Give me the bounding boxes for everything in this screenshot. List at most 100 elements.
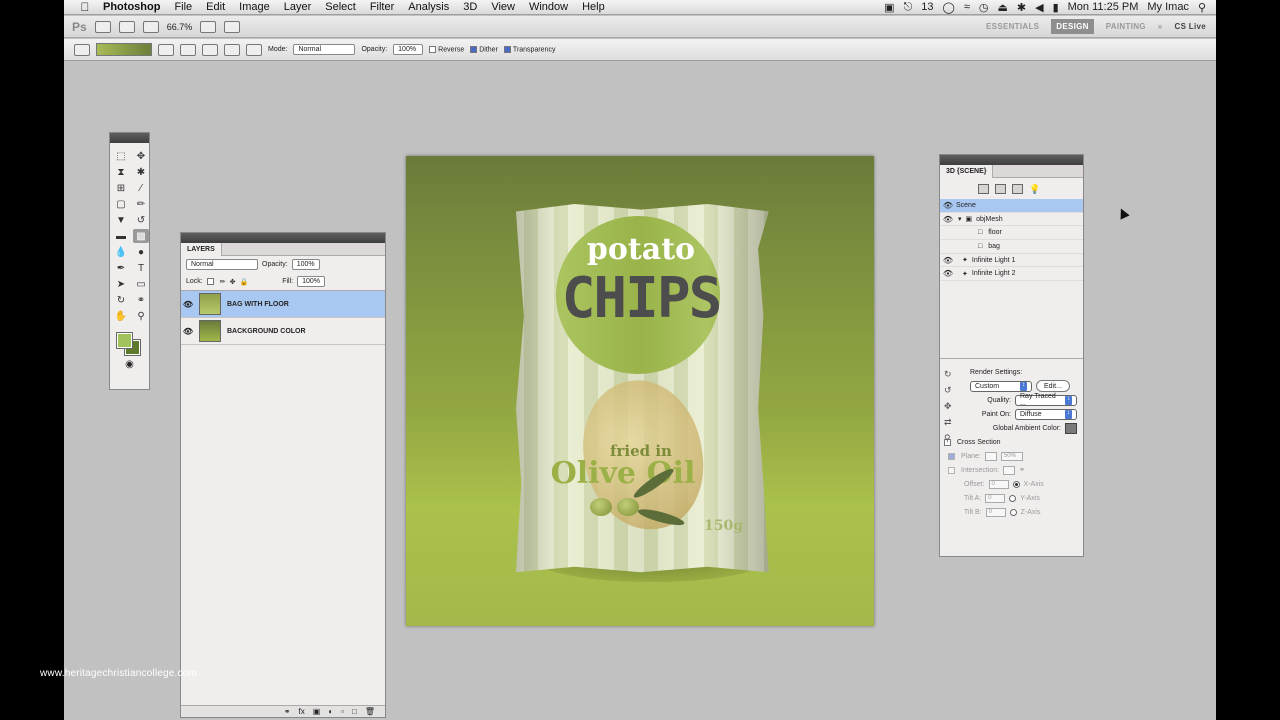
crop-tool-icon[interactable]: ⊞ [113, 181, 129, 195]
lasso-tool-icon[interactable]: ⧗ [113, 165, 129, 179]
arrange-documents-button[interactable] [200, 20, 217, 33]
tool-preset-picker[interactable] [74, 43, 90, 56]
workspace-essentials[interactable]: ESSENTIALS [986, 22, 1039, 31]
layers-panel-header[interactable] [181, 233, 385, 243]
path-selection-icon[interactable]: ➤ [113, 277, 129, 291]
tree-item-floor[interactable]: □ floor [940, 226, 1083, 241]
tree-item-scene[interactable]: 👁 Scene [940, 199, 1083, 213]
dodge-tool-icon[interactable]: ● [133, 245, 149, 259]
lock-position-icon[interactable]: ✥ [230, 278, 236, 286]
3d-camera-walk-icon[interactable]: ⇄ [944, 417, 952, 428]
intersection-color-swatch[interactable] [1003, 465, 1016, 475]
3d-rotate-icon[interactable]: ↻ [113, 293, 129, 307]
3d-orbit-icon[interactable]: ⚭ [133, 293, 149, 307]
material-filter-icon[interactable] [1012, 184, 1023, 194]
badge-icon[interactable]: ⎋ [904, 1, 913, 14]
link-layers-icon[interactable]: ⚭ [284, 707, 291, 716]
plane-opacity-input[interactable]: 50% [1000, 451, 1023, 461]
layer-row[interactable]: 👁 BACKGROUND COLOR [181, 318, 385, 345]
lock-all-icon[interactable]: 🔒 [239, 278, 248, 286]
blur-tool-icon[interactable]: 💧 [113, 245, 129, 259]
healing-brush-icon[interactable]: ▢ [113, 197, 129, 211]
blend-mode-select[interactable]: Normal [186, 259, 258, 270]
menu-view[interactable]: View [484, 1, 522, 13]
more-workspaces-icon[interactable]: » [1158, 22, 1163, 31]
edit-render-button[interactable]: Edit... [1036, 380, 1070, 392]
hand-tool-icon[interactable]: ✋ [113, 309, 129, 323]
transparency-checkbox[interactable] [503, 45, 511, 53]
menu-layer[interactable]: Layer [277, 1, 319, 13]
menu-edit[interactable]: Edit [199, 1, 232, 13]
shape-tool-icon[interactable]: ▭ [133, 277, 149, 291]
battery-icon[interactable]: ▮ [1053, 1, 1059, 14]
spotlight-search-icon[interactable]: ⚲ [1198, 1, 1206, 14]
3d-camera-roll-icon[interactable]: ↺ [944, 385, 952, 396]
tab-layers[interactable]: LAYERS [181, 242, 222, 256]
time-machine-icon[interactable]: ◷ [979, 1, 989, 14]
clone-stamp-icon[interactable]: ▼ [113, 213, 129, 227]
wifi-icon[interactable]: ≈ [964, 1, 970, 13]
menu-file[interactable]: File [167, 1, 199, 13]
angle-gradient-button[interactable] [202, 43, 218, 56]
view-extras-button[interactable] [142, 20, 159, 33]
foreground-color-swatch[interactable] [116, 332, 133, 349]
intersection-checkbox[interactable] [948, 466, 955, 474]
mesh-filter-icon[interactable] [995, 184, 1006, 194]
delete-layer-icon[interactable]: 🗑 [365, 707, 375, 716]
menu-clock[interactable]: Mon 11:25 PM [1068, 1, 1139, 13]
plane-checkbox[interactable] [948, 452, 955, 460]
paint-on-select[interactable]: Diffuse ↕ [1015, 408, 1077, 420]
menu-help[interactable]: Help [575, 1, 612, 13]
quick-mask-icon[interactable]: ◉ [110, 359, 149, 370]
apple-icon[interactable]:  [74, 0, 96, 14]
layer-row[interactable]: 👁 BAG WITH FLOOR [181, 291, 385, 318]
workspace-design[interactable]: DESIGN [1051, 19, 1094, 34]
document-canvas[interactable]: potato CHIPS fried in Olive Oil 150g [406, 156, 874, 626]
app-menu[interactable]: Photoshop [96, 1, 167, 13]
menu-select[interactable]: Select [318, 1, 363, 13]
layer-style-icon[interactable]: fx [299, 707, 305, 716]
menu-image[interactable]: Image [232, 1, 277, 13]
visibility-eye-icon[interactable]: 👁 [181, 327, 195, 336]
visibility-eye-icon[interactable]: 👁 [940, 269, 956, 278]
mini-bridge-button[interactable] [118, 20, 135, 33]
magic-wand-icon[interactable]: ✱ [133, 165, 149, 179]
user-menu[interactable]: My Imac [1147, 1, 1189, 13]
3d-panel-header[interactable] [940, 155, 1083, 165]
tools-panel-header[interactable] [110, 133, 149, 143]
tilt-b-input[interactable]: 0 [985, 507, 1006, 517]
zoom-level[interactable]: 66.7% [167, 22, 193, 32]
visibility-eye-icon[interactable]: 👁 [940, 215, 956, 224]
cs-live-menu[interactable]: CS Live [1175, 22, 1206, 31]
opacity-input[interactable]: 100% [393, 44, 424, 55]
reflected-gradient-button[interactable] [224, 43, 240, 56]
offset-input[interactable]: 0 [988, 479, 1009, 489]
tree-item-objmesh[interactable]: 👁 ▾ ▣ objMesh [940, 213, 1083, 227]
gradient-tool-icon[interactable]: ▩ [133, 229, 149, 243]
history-brush-icon[interactable]: ↺ [133, 213, 149, 227]
light-filter-icon[interactable]: 💡 [1029, 184, 1040, 195]
marquee-tool-icon[interactable]: ⬚ [113, 149, 129, 163]
menu-3d[interactable]: 3D [456, 1, 484, 13]
tree-item-bag[interactable]: □ bag [940, 240, 1083, 254]
3d-camera-pan-icon[interactable]: ✥ [944, 401, 952, 412]
new-group-icon[interactable]: ▫ [341, 707, 344, 716]
tree-item-light-1[interactable]: 👁 ✦ Infinite Light 1 [940, 254, 1083, 268]
visibility-eye-icon[interactable]: 👁 [940, 256, 956, 265]
tab-3d-scene[interactable]: 3D {SCENE} [940, 164, 994, 178]
type-tool-icon[interactable]: T [133, 261, 149, 275]
gradient-swatch[interactable] [96, 43, 152, 56]
expand-triangle-icon[interactable]: ▾ [958, 215, 962, 223]
move-tool-icon[interactable]: ✥ [133, 149, 149, 163]
x-axis-radio[interactable] [1012, 480, 1020, 488]
ambient-color-swatch[interactable] [1065, 422, 1077, 434]
layer-opacity-input[interactable]: 100% [291, 259, 320, 270]
z-axis-radio[interactable] [1009, 508, 1017, 516]
3d-camera-zoom-icon[interactable]: ⚲ [944, 433, 952, 444]
tree-item-light-2[interactable]: 👁 ✦ Infinite Light 2 [940, 267, 1083, 282]
screen-mode-button[interactable] [224, 20, 241, 33]
visibility-eye-icon[interactable]: 👁 [181, 300, 195, 309]
menu-analysis[interactable]: Analysis [401, 1, 456, 13]
linear-gradient-button[interactable] [158, 43, 174, 56]
camera-icon[interactable]: ▣ [884, 1, 894, 14]
